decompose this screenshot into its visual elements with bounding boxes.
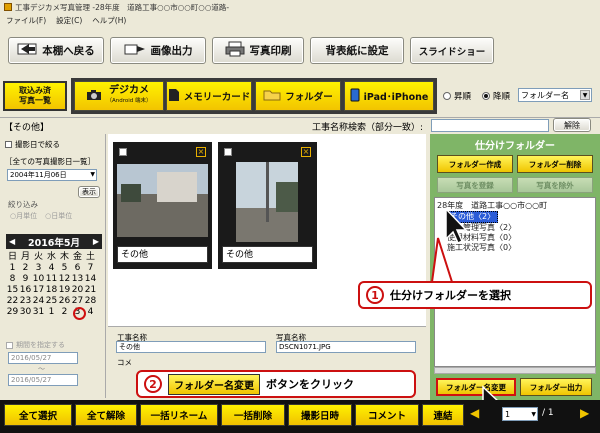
menu-bar: ファイル(F) 設定(C) ヘルプ(H) [0, 14, 600, 27]
close-icon[interactable]: × [196, 147, 206, 157]
today-marker [73, 307, 86, 320]
callout-step-1: 1 仕分けフォルダーを選択 [358, 281, 592, 309]
checkbox-icon [6, 341, 13, 349]
calendar-week: 29 30 31 1 2 3 4 [6, 307, 94, 317]
folder-button[interactable]: フォルダー [255, 81, 341, 111]
memory-card-icon [168, 88, 180, 105]
calendar-week: 22 23 24 25 26 27 28 [6, 296, 97, 306]
calendar-grid: 日月火水木金土 1234567 8 9 10 11 12 13 14 15 16 17 18 19 2… [6, 252, 102, 318]
back-to-shelf-button[interactable]: 本棚へ戻る [8, 37, 104, 64]
remove-photo-button[interactable]: 写真を除外 [517, 177, 593, 193]
show-button[interactable]: 表示 [78, 186, 100, 198]
sort-folder-title: 仕分けフォルダー [475, 141, 555, 152]
delete-folder-button[interactable]: フォルダー削除 [517, 155, 593, 173]
next-page-icon[interactable]: ▶ [580, 406, 594, 424]
link-button[interactable]: 連結 [422, 404, 464, 426]
window-title: 工事デジカメ写真管理 -28年度 道路工事○○市○○町○○道路- [15, 2, 230, 12]
title-bar: 工事デジカメ写真管理 -28年度 道路工事○○市○○町○○道路- [0, 0, 600, 14]
tree-scrollbar[interactable] [434, 367, 596, 374]
close-icon[interactable]: × [301, 147, 311, 157]
date-filter-checkbox[interactable]: 撮影日で絞る [5, 139, 60, 150]
period-from-input[interactable]: 2016/05/27 [8, 352, 78, 364]
page-select[interactable]: 1 ▼ [502, 407, 538, 421]
current-folder-label: 【その他】 [4, 123, 50, 133]
register-photo-button[interactable]: 写真を登録 [437, 177, 513, 193]
checkbox-icon[interactable] [224, 148, 232, 156]
search-clear-button[interactable]: 解除 [553, 118, 591, 132]
export-icon [124, 42, 146, 59]
calendar-week: 15 16 17 18 19 20 21 [6, 285, 97, 295]
set-spine-button[interactable]: 背表紙に設定 [310, 37, 404, 64]
sort-asc-radio[interactable]: 昇順 [443, 90, 471, 102]
thumb-label: その他 [222, 246, 313, 263]
prev-month-icon[interactable]: ◀ [9, 237, 15, 246]
photo-thumbnail[interactable]: × その他 [218, 142, 317, 269]
prev-page-icon[interactable]: ◀ [470, 406, 484, 424]
calendar-header: ◀ 2016年5月 ▶ [6, 234, 102, 249]
chevron-down-icon[interactable]: ▼ [90, 171, 95, 178]
photo-name-value: DSCN1071.JPG [276, 341, 416, 353]
image-output-button[interactable]: 画像出力 [110, 37, 206, 64]
digicam-button[interactable]: デジカメ （Android 端末） [74, 81, 164, 111]
period-to-input[interactable]: 2016/05/27 [8, 374, 78, 386]
chevron-down-icon[interactable]: ▼ [580, 90, 590, 100]
folder-icon [263, 88, 281, 104]
work-name-value: その他 [116, 341, 266, 353]
batch-rename-button[interactable]: 一括リネーム [140, 404, 218, 426]
checkbox-icon [5, 141, 12, 148]
sort-select[interactable]: フォルダー名 ▼ [518, 88, 592, 102]
camera-icon [86, 89, 102, 104]
narrow-label: 絞り込み [8, 200, 38, 209]
work-name-search-input[interactable] [431, 119, 549, 132]
tablet-icon [350, 88, 360, 105]
photo-print-button[interactable]: 写真印刷 [212, 37, 304, 64]
photo-image [236, 162, 298, 242]
callout-step-2: 2 フォルダー名変更 ボタンをクリック [136, 370, 416, 398]
calendar-weekdays: 日月火水木金土 [7, 252, 95, 262]
photo-thumbnail[interactable]: × その他 [113, 142, 212, 269]
menu-help[interactable]: ヘルプ(H) [92, 15, 126, 26]
ipad-iphone-button[interactable]: iPad･iPhone [344, 81, 434, 111]
thumb-label: その他 [117, 246, 208, 263]
shooting-date-button[interactable]: 撮影日時 [288, 404, 352, 426]
arrow-left-icon [17, 42, 37, 59]
imported-photos-button[interactable]: 取込み済 写真一覧 [3, 81, 67, 111]
calendar-week: 8 9 10 11 12 13 14 [9, 274, 97, 284]
comment-label: コメ [117, 358, 132, 367]
chevron-down-icon[interactable]: ▼ [531, 411, 536, 418]
period-checkbox[interactable]: 期間を指定する [6, 340, 65, 350]
sort-desc-radio[interactable]: 降順 [482, 90, 510, 102]
app-icon [4, 3, 12, 11]
slideshow-button[interactable]: スライドショー [410, 37, 494, 64]
create-folder-button[interactable]: フォルダー作成 [437, 155, 513, 173]
batch-delete-button[interactable]: 一括削除 [221, 404, 285, 426]
comment-button[interactable]: コメント [355, 404, 419, 426]
callout-pointer [430, 237, 454, 283]
menu-file[interactable]: ファイル(F) [6, 15, 46, 26]
checkbox-icon[interactable] [119, 148, 127, 156]
deselect-all-button[interactable]: 全て解除 [75, 404, 137, 426]
day-unit-radio[interactable]: ○日単位 [45, 211, 72, 221]
unit-radios: ○月単位 ○日単位 [10, 211, 72, 221]
search-label: 工事名称検索（部分一致）: [312, 123, 424, 133]
menu-settings[interactable]: 設定(C) [56, 15, 82, 26]
date-select[interactable]: 2004年11月06日 ▼ [7, 169, 97, 181]
rename-folder-button[interactable]: フォルダー名変更 [436, 378, 516, 396]
calendar-week: 1234567 [9, 263, 94, 273]
output-folder-button[interactable]: フォルダー出力 [520, 378, 592, 396]
month-unit-radio[interactable]: ○月単位 [10, 211, 37, 221]
date-list-title: ［全ての写真撮影日一覧］ [5, 157, 95, 166]
printer-icon [225, 41, 245, 60]
period-tilde: ～ [38, 365, 45, 373]
radio-off-icon [443, 92, 451, 100]
next-month-icon[interactable]: ▶ [93, 237, 99, 246]
page-count: / 1 [542, 408, 554, 418]
photo-image [117, 164, 208, 237]
memory-card-button[interactable]: メモリーカード [166, 81, 252, 111]
radio-on-icon [482, 92, 490, 100]
select-all-button[interactable]: 全て選択 [4, 404, 72, 426]
